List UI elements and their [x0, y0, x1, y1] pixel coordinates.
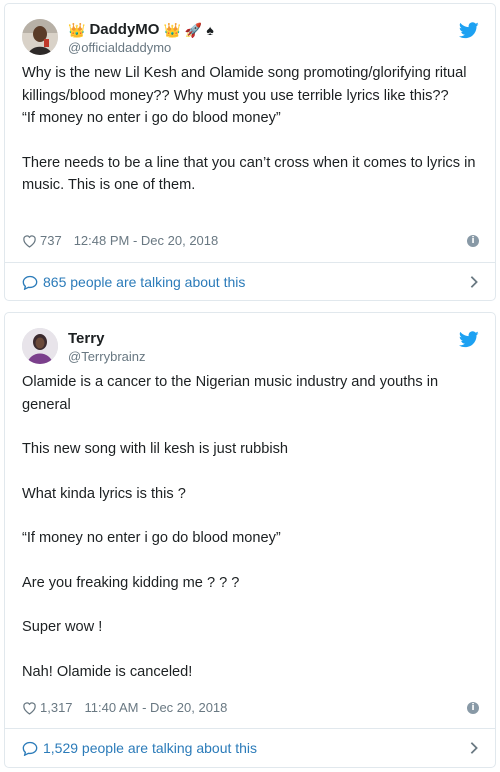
tweet-paragraph: Olamide is a cancer to the Nigerian musi… — [22, 374, 443, 413]
embedded-tweet: 👑 DaddyMO 👑 🚀 ♠ @officialdaddymo Why is … — [4, 3, 496, 301]
speech-bubble-icon — [22, 275, 38, 290]
avatar[interactable] — [22, 328, 58, 364]
talking-text[interactable]: 865 people are talking about this — [43, 274, 245, 290]
tweet-paragraph: This new song with lil kesh is just rubb… — [22, 441, 289, 457]
user-handle[interactable]: @Terrybrainz — [68, 348, 146, 366]
rocket-emoji: 🚀 — [184, 21, 203, 38]
crown-emoji: 👑 — [68, 21, 86, 38]
tweet-paragraph: Nah! Olamide is canceled! — [22, 663, 193, 680]
tweet-paragraph: “If money no enter i go do blood money” — [22, 530, 281, 546]
tweet-text: Olamide is a cancer to the Nigerian musi… — [5, 371, 495, 683]
tweet-header: 👑 DaddyMO 👑 🚀 ♠ @officialdaddymo — [5, 4, 495, 62]
user-handle[interactable]: @officialdaddymo — [68, 39, 214, 57]
display-name-row[interactable]: Terry — [68, 329, 146, 348]
display-name-row[interactable]: 👑 DaddyMO 👑 🚀 ♠ — [68, 20, 214, 39]
info-icon[interactable]: i — [467, 234, 479, 247]
tweet-paragraph: What kinda lyrics is this ? — [22, 485, 186, 502]
tweet-text: Why is the new Lil Kesh and Olamide song… — [5, 62, 495, 197]
avatar[interactable] — [22, 19, 58, 55]
info-icon[interactable]: i — [467, 701, 479, 714]
like-count[interactable]: 737 — [40, 233, 62, 248]
spade-emoji: ♠ — [206, 21, 214, 38]
display-name[interactable]: DaddyMO — [89, 20, 159, 39]
twitter-bird-icon[interactable] — [459, 22, 479, 39]
speech-bubble-icon — [22, 741, 38, 756]
tweet-paragraph: Are you freaking kidding me ? ? ? — [22, 574, 240, 591]
tweet-meta: 737 12:48 PM - Dec 20, 2018 i — [22, 233, 479, 248]
talking-text[interactable]: 1,529 people are talking about this — [43, 740, 257, 756]
heart-icon[interactable] — [22, 701, 37, 715]
tweet-meta: 1,317 11:40 AM - Dec 20, 2018 i — [22, 700, 479, 715]
user-names: 👑 DaddyMO 👑 🚀 ♠ @officialdaddymo — [68, 20, 214, 57]
chevron-right-icon[interactable] — [469, 741, 479, 755]
like-count[interactable]: 1,317 — [40, 700, 73, 715]
tweet-paragraph: There needs to be a line that you can’t … — [22, 154, 480, 194]
timestamp[interactable]: 12:48 PM - Dec 20, 2018 — [74, 233, 219, 248]
user-names: Terry @Terrybrainz — [68, 329, 146, 366]
twitter-bird-icon[interactable] — [459, 331, 479, 348]
timestamp[interactable]: 11:40 AM - Dec 20, 2018 — [85, 700, 228, 715]
crown-emoji: 👑 — [163, 21, 181, 38]
heart-icon[interactable] — [22, 234, 37, 248]
tweet-paragraph: Super wow ! — [22, 619, 103, 635]
display-name[interactable]: Terry — [68, 329, 104, 348]
talking-link[interactable]: 865 people are talking about this — [22, 262, 479, 302]
tweet-header: Terry @Terrybrainz — [5, 313, 495, 371]
embedded-tweet: Terry @Terrybrainz Olamide is a cancer t… — [4, 312, 496, 768]
talking-link[interactable]: 1,529 people are talking about this — [22, 728, 479, 768]
chevron-right-icon[interactable] — [469, 275, 479, 289]
tweet-paragraph: Why is the new Lil Kesh and Olamide song… — [22, 65, 467, 126]
